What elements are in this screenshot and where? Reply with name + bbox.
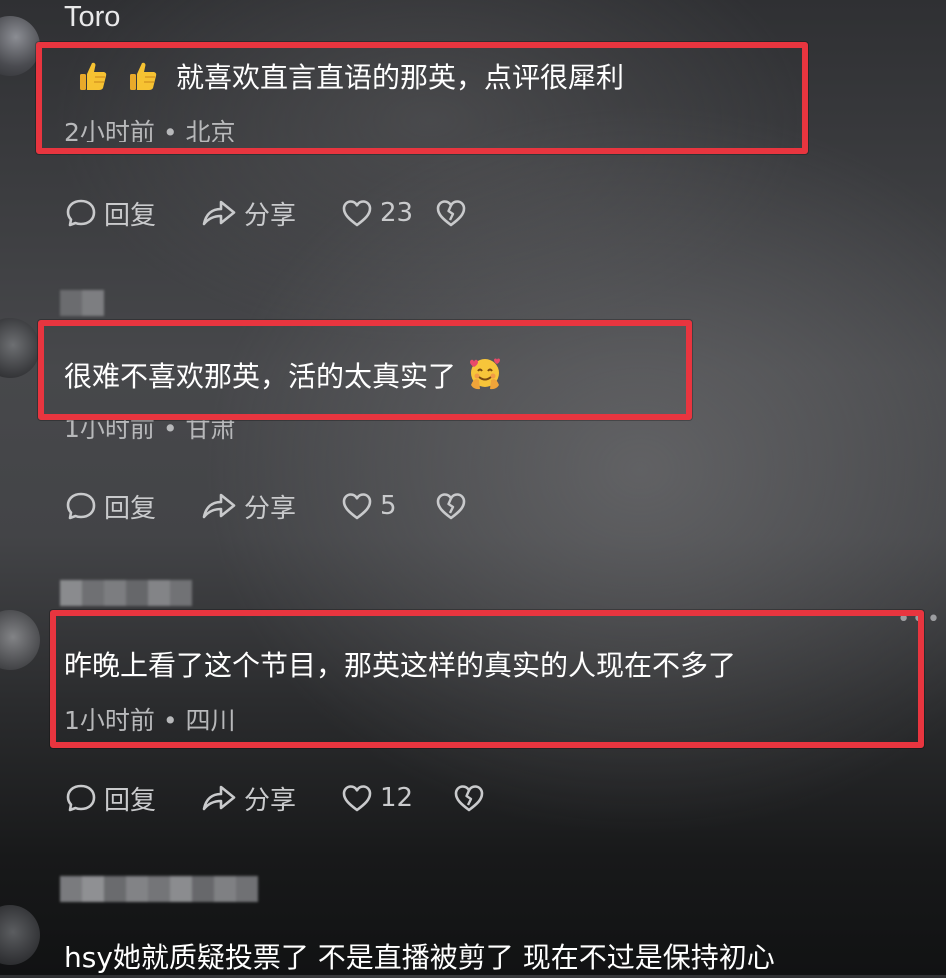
like-button[interactable]: 5 bbox=[340, 489, 434, 523]
share-arrow-icon bbox=[202, 493, 236, 519]
share-label: 分享 bbox=[244, 785, 297, 816]
comment-actions: 回复 分享 5 bbox=[64, 486, 468, 526]
avatar[interactable] bbox=[0, 610, 40, 670]
like-button[interactable]: 12 bbox=[340, 781, 452, 815]
comment-text: hsy她就质疑投票了 不是直播被剪了 现在不过是保持初心 bbox=[64, 938, 775, 978]
reply-button[interactable]: 回复 bbox=[64, 780, 200, 817]
dislike-button[interactable] bbox=[452, 781, 486, 815]
share-label: 分享 bbox=[244, 493, 297, 524]
reply-label: 回复 bbox=[104, 785, 157, 816]
comment-body: hsy她就质疑投票了 不是直播被剪了 现在不过是保持初心 bbox=[64, 941, 775, 974]
share-arrow-icon bbox=[202, 200, 236, 226]
broken-heart-icon bbox=[436, 493, 466, 520]
comment-actions: 回复 分享 23 bbox=[64, 193, 468, 233]
blurred-username[interactable] bbox=[60, 290, 104, 316]
comment-username[interactable]: Toro bbox=[64, 0, 120, 34]
comment-bubble-icon bbox=[66, 784, 96, 812]
comment-bubble-icon bbox=[66, 492, 96, 520]
like-count: 12 bbox=[380, 783, 414, 813]
highlight-box bbox=[38, 320, 692, 420]
heart-icon bbox=[342, 785, 372, 812]
like-count: 5 bbox=[380, 491, 397, 521]
avatar[interactable] bbox=[0, 905, 40, 965]
heart-icon bbox=[342, 200, 372, 227]
blurred-username[interactable] bbox=[60, 580, 192, 606]
like-count: 23 bbox=[380, 198, 414, 228]
share-button[interactable]: 分享 bbox=[200, 488, 340, 525]
reply-button[interactable]: 回复 bbox=[64, 488, 200, 525]
highlight-box bbox=[50, 610, 924, 748]
share-button[interactable]: 分享 bbox=[200, 195, 340, 232]
reply-label: 回复 bbox=[104, 493, 157, 524]
broken-heart-icon bbox=[454, 785, 484, 812]
dislike-button[interactable] bbox=[434, 489, 468, 523]
broken-heart-icon bbox=[436, 200, 466, 227]
avatar[interactable] bbox=[0, 16, 40, 76]
share-label: 分享 bbox=[244, 200, 297, 231]
comment-bubble-icon bbox=[66, 199, 96, 227]
dislike-button[interactable] bbox=[434, 196, 468, 230]
highlight-box bbox=[36, 42, 808, 154]
avatar[interactable] bbox=[0, 318, 40, 378]
comment-actions: 回复 分享 12 bbox=[64, 778, 486, 818]
share-arrow-icon bbox=[202, 785, 236, 811]
heart-icon bbox=[342, 493, 372, 520]
reply-button[interactable]: 回复 bbox=[64, 195, 200, 232]
reply-label: 回复 bbox=[104, 200, 157, 231]
share-button[interactable]: 分享 bbox=[200, 780, 340, 817]
like-button[interactable]: 23 bbox=[340, 196, 434, 230]
blurred-username[interactable] bbox=[60, 876, 258, 902]
